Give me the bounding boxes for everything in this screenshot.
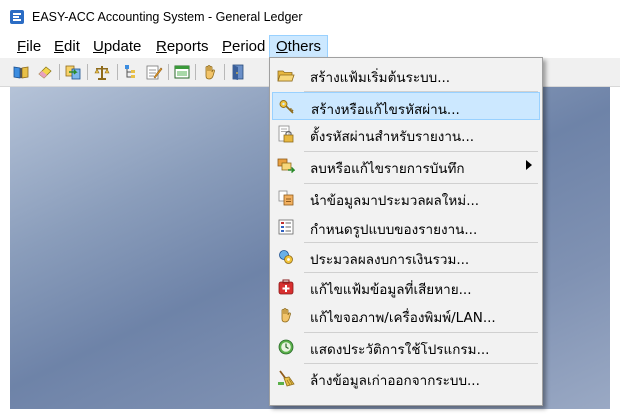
toolbar-separator	[59, 64, 60, 80]
window-title: EASY-ACC Accounting System - General Led…	[32, 10, 303, 24]
menu-reports[interactable]: Reports	[156, 38, 209, 55]
menu-edit[interactable]: Edit	[54, 38, 80, 55]
menu-item-create-startup-file[interactable]: สร้างแฟ้มเริ่มต้นระบบ...	[272, 61, 540, 89]
toolbar-separator	[168, 64, 169, 80]
menu-update[interactable]: Update	[93, 38, 141, 55]
menu-item-label: สร้างแฟ้มเริ่มต้นระบบ...	[310, 70, 451, 86]
open-book-icon[interactable]	[12, 63, 30, 81]
history-icon	[278, 339, 294, 355]
menu-item-label: แก้ไขแฟ้มข้อมูลที่เสียหาย...	[310, 282, 472, 298]
window-icon[interactable]	[173, 63, 191, 81]
menu-item-set-report-password[interactable]: ตั้งรหัสผ่านสำหรับรายงาน...	[272, 120, 540, 148]
menu-others[interactable]: Others	[269, 35, 329, 59]
edit-form-icon[interactable]	[145, 63, 163, 81]
menu-item-label: แสดงประวัติการใช้โปรแกรม...	[310, 342, 490, 358]
menu-item-label: ตั้งรหัสผ่านสำหรับรายงาน...	[310, 129, 475, 145]
menu-item-create-edit-password[interactable]: สร้างหรือแก้ไขรหัสผ่าน...	[272, 92, 540, 120]
menu-item-label: แก้ไขจอภาพ/เครื่องพิมพ์/LAN...	[310, 310, 496, 326]
broom-icon	[278, 370, 295, 387]
menu-item-repair-damaged-files[interactable]: แก้ไขแฟ้มข้อมูลที่เสียหาย...	[272, 273, 540, 301]
first-aid-icon	[278, 279, 294, 295]
toolbar-separator	[224, 64, 225, 80]
tree-icon[interactable]	[122, 63, 140, 81]
exit-door-icon[interactable]	[229, 63, 247, 81]
menu-item-label: นำข้อมูลมาประมวลผลใหม่...	[310, 193, 480, 209]
menu-update-rest: pdate	[103, 38, 142, 55]
scale-icon[interactable]	[93, 63, 111, 81]
toolbar-separator	[195, 64, 196, 80]
menu-item-label: ล้างข้อมูลเก่าออกจากระบบ...	[310, 373, 480, 389]
menu-item-label: ประมวลผลงบการเงินรวม...	[310, 252, 470, 268]
menu-others-rest: thers	[287, 38, 322, 55]
menu-item-reprocess-data[interactable]: นำข้อมูลมาประมวลผลใหม่...	[272, 184, 540, 212]
hand-icon[interactable]	[201, 63, 219, 81]
app-logo-icon[interactable]	[9, 9, 25, 25]
report-format-icon	[278, 219, 294, 235]
menu-item-label: สร้างหรือแก้ไขรหัสผ่าน...	[311, 102, 460, 118]
menu-item-purge-old-data[interactable]: ล้างข้อมูลเก่าออกจากระบบ...	[272, 364, 540, 392]
menu-file-rest: ile	[26, 38, 42, 55]
menu-item-label: กำหนดรูปแบบของรายงาน...	[310, 222, 478, 238]
lock-report-icon	[278, 125, 294, 143]
menu-item-label: ลบหรือแก้ไขรายการบันทึก	[310, 161, 465, 177]
toolbar-separator	[117, 64, 118, 80]
menu-item-delete-edit-records[interactable]: ลบหรือแก้ไขรายการบันทึก	[272, 152, 540, 180]
menu-item-define-report-format[interactable]: กำหนดรูปแบบของรายงาน...	[272, 213, 540, 241]
menu-period[interactable]: Period	[222, 38, 265, 55]
reprocess-icon	[278, 190, 294, 206]
eraser-icon[interactable]	[36, 63, 54, 81]
app-window: EASY-ACC Accounting System - General Led…	[0, 0, 620, 420]
edit-records-icon	[277, 158, 295, 174]
consolidate-icon	[279, 250, 293, 264]
transfer-icon[interactable]	[64, 63, 82, 81]
toolbar-separator	[87, 64, 88, 80]
menu-item-show-usage-history[interactable]: แสดงประวัติการใช้โปรแกรม...	[272, 333, 540, 361]
folder-open-icon	[277, 70, 295, 82]
hand-config-icon	[281, 308, 291, 323]
window-bottom-edge	[0, 409, 620, 420]
menu-item-consolidate-financials[interactable]: ประมวลผลงบการเงินรวม...	[272, 243, 540, 271]
menu-file[interactable]: File	[17, 38, 41, 55]
submenu-arrow-icon	[526, 160, 532, 170]
menu-item-configure-display-printer-lan[interactable]: แก้ไขจอภาพ/เครื่องพิมพ์/LAN...	[272, 301, 540, 329]
others-dropdown-menu: สร้างแฟ้มเริ่มต้นระบบ... สร้างหรือแก้ไขร…	[269, 57, 543, 406]
menu-bar: File Edit Update Reports Period Others	[0, 34, 620, 59]
menu-period-rest: eriod	[232, 38, 266, 55]
menu-reports-rest: eports	[166, 38, 209, 55]
menu-edit-rest: dit	[64, 38, 80, 55]
title-bar: EASY-ACC Accounting System - General Led…	[0, 0, 620, 34]
key-icon	[279, 100, 294, 114]
